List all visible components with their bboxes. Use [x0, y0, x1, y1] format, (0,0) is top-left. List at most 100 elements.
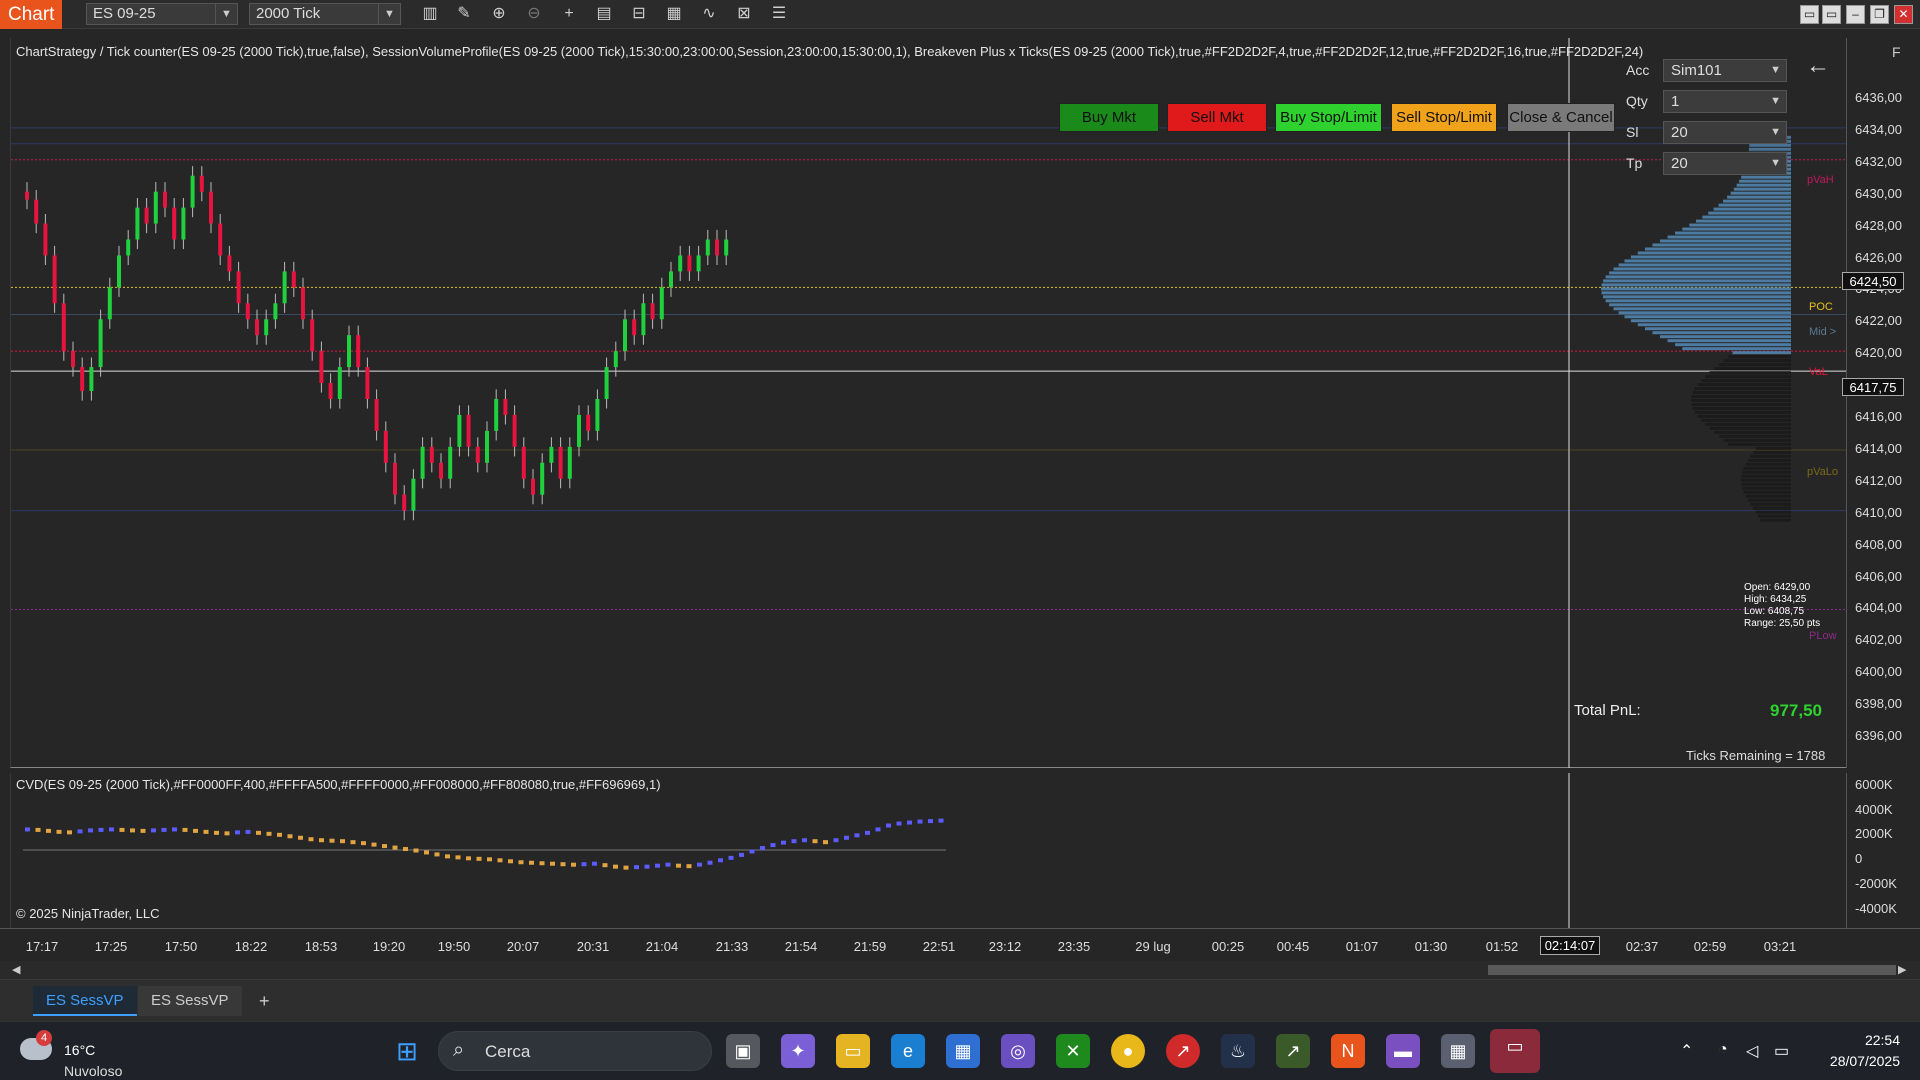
cvd-bar [56, 829, 62, 834]
close-icon[interactable]: ✕ [1894, 5, 1913, 24]
collapse-arrow-icon[interactable]: ← [1806, 52, 1830, 80]
candle-body [420, 446, 425, 479]
close-cancel-button[interactable]: Close & Cancel [1507, 103, 1615, 132]
windows-start-icon[interactable]: ⊞ [390, 1034, 424, 1068]
add-tab-button[interactable]: + [246, 986, 283, 1016]
cvd-panel[interactable]: CVD(ES 09-25 (2000 Tick),#FF0000FF,400,#… [10, 773, 1846, 928]
edge-icon[interactable]: e [891, 1034, 925, 1068]
restore-icon[interactable]: ▭ [1800, 5, 1819, 24]
xbox-icon[interactable]: ✕ [1056, 1034, 1090, 1068]
candle-body [264, 319, 269, 336]
candle-body [181, 207, 186, 240]
scroll-left-icon[interactable]: ◀ [12, 963, 20, 976]
clock-time[interactable]: 22:54 [1865, 1032, 1900, 1048]
candle-body [25, 191, 29, 200]
candle-body [567, 446, 572, 479]
strategies-icon[interactable]: ∿ [697, 3, 721, 25]
store-icon[interactable]: ▦ [946, 1034, 980, 1068]
price-panel[interactable]: ChartStrategy / Tick counter(ES 09-25 (2… [10, 38, 1847, 768]
app-purple-icon[interactable]: ▬ [1386, 1034, 1420, 1068]
list-icon[interactable]: ☰ [767, 3, 791, 25]
cvd-bar [518, 860, 524, 865]
app-red-icon[interactable]: ↗ [1166, 1034, 1200, 1068]
time-tick-label: 01:52 [1485, 939, 1519, 954]
candle-body [531, 478, 535, 495]
acc-label: Acc [1626, 62, 1650, 78]
time-tick-label: 21:33 [715, 939, 749, 954]
cvd-bar [98, 827, 104, 832]
app-green-icon[interactable]: ↗ [1276, 1034, 1310, 1068]
sell-stop-limit-button[interactable]: Sell Stop/Limit [1391, 103, 1497, 132]
chrome-icon[interactable]: ● [1111, 1034, 1145, 1068]
zoom-in-icon[interactable]: ⊕ [487, 3, 511, 25]
tp-value: 20 [1671, 155, 1688, 172]
buy-mkt-button[interactable]: Buy Mkt [1059, 103, 1159, 132]
crosshair-icon[interactable]: + [557, 3, 581, 25]
properties-icon[interactable]: ⊠ [732, 3, 756, 25]
ninjatrader-icon[interactable]: N [1331, 1034, 1365, 1068]
time-tick-label: 17:17 [25, 939, 59, 954]
candle-body [494, 399, 499, 431]
sl-select[interactable]: 20 ▼ [1663, 121, 1787, 144]
wifi-icon[interactable]: ◔ [1718, 1041, 1728, 1059]
chart-window-icon[interactable]: ▭ [1490, 1029, 1540, 1073]
tp-select[interactable]: 20 ▼ [1663, 152, 1787, 175]
candle-body [374, 399, 379, 431]
indicators-icon[interactable]: ▦ [662, 3, 686, 25]
chevron-up-icon[interactable]: ⌃ [1680, 1041, 1693, 1061]
zoom-out-icon[interactable]: ⊖ [522, 3, 546, 25]
taskbar-search[interactable]: ⌕ Cerca [438, 1031, 712, 1071]
steam-icon[interactable]: ♨ [1221, 1034, 1255, 1068]
tile-icon[interactable]: ▭ [1822, 5, 1841, 24]
volume-profile-bar [1694, 387, 1791, 391]
volume-profile-bar [1705, 422, 1791, 426]
bar-type-icon[interactable]: ▥ [418, 3, 442, 25]
data-box-icon[interactable]: ▤ [592, 3, 616, 25]
cvd-bar [203, 829, 209, 834]
chart-scrollbar[interactable]: ◀ ▶ [0, 961, 1920, 979]
cvd-bar [434, 852, 440, 857]
cvd-axis[interactable]: 6000K 4000K 2000K 0 -2000K -4000K [1846, 773, 1920, 928]
candle-body [218, 223, 223, 256]
sl-label: Sl [1626, 124, 1639, 140]
task-view-icon[interactable]: ▣ [726, 1034, 760, 1068]
volume-profile-bar [1741, 175, 1791, 179]
volume-profile-bar [1723, 438, 1791, 442]
price-axis[interactable]: 6436,00 6434,00 6432,00 6430,00 6428,00 6426,… [1846, 38, 1920, 768]
calculator-icon[interactable]: ▦ [1441, 1034, 1475, 1068]
candle-body [337, 367, 342, 399]
file-explorer-icon[interactable]: ▭ [836, 1034, 870, 1068]
session-stats-box: Open: 6429,00 High: 6434,25 Low: 6408,75… [1744, 582, 1820, 630]
time-tick-label: 29 lug [1135, 939, 1171, 954]
f-button[interactable]: F [1892, 44, 1901, 60]
trade-icon[interactable]: ⊟ [627, 3, 651, 25]
tab-es-sessvp-1[interactable]: ES SessVP [33, 986, 137, 1016]
battery-icon[interactable]: ▭ [1774, 1041, 1789, 1061]
scroll-thumb[interactable] [1488, 965, 1896, 975]
cvd-bar [791, 839, 797, 844]
tab-es-sessvp-2[interactable]: ES SessVP [138, 986, 242, 1016]
scroll-right-icon[interactable]: ▶ [1898, 963, 1906, 976]
interval-selector[interactable]: 2000 Tick ▼ [249, 3, 401, 25]
volume-profile-bar [1609, 271, 1791, 275]
drawing-tool-icon[interactable]: ✎ [452, 3, 476, 25]
app-icon[interactable]: ◎ [1001, 1034, 1035, 1068]
strategy-label: ChartStrategy / Tick counter(ES 09-25 (2… [16, 44, 1644, 59]
volume-icon[interactable]: ◁ [1746, 1041, 1758, 1061]
acc-select[interactable]: Sim101 ▼ [1663, 59, 1787, 82]
cvd-bar [182, 827, 188, 832]
buy-stop-limit-button[interactable]: Buy Stop/Limit [1275, 103, 1382, 132]
cvd-bar [686, 864, 692, 869]
clock-date[interactable]: 28/07/2025 [1830, 1053, 1900, 1069]
candle-body [623, 319, 627, 352]
time-axis[interactable]: 02:14:07 17:17 17:25 17:50 18:22 18:53 19:20 1… [0, 928, 1920, 960]
qty-select[interactable]: 1 ▼ [1663, 90, 1787, 113]
sell-mkt-button[interactable]: Sell Mkt [1167, 103, 1267, 132]
maximize-icon[interactable]: ❐ [1870, 5, 1889, 24]
cvd-bar [728, 855, 734, 860]
copilot-icon[interactable]: ✦ [781, 1034, 815, 1068]
cvd-bar [749, 849, 755, 854]
volume-profile-bar [1752, 506, 1791, 510]
minimize-icon[interactable]: – [1846, 5, 1865, 24]
instrument-selector[interactable]: ES 09-25 ▼ [86, 3, 238, 25]
